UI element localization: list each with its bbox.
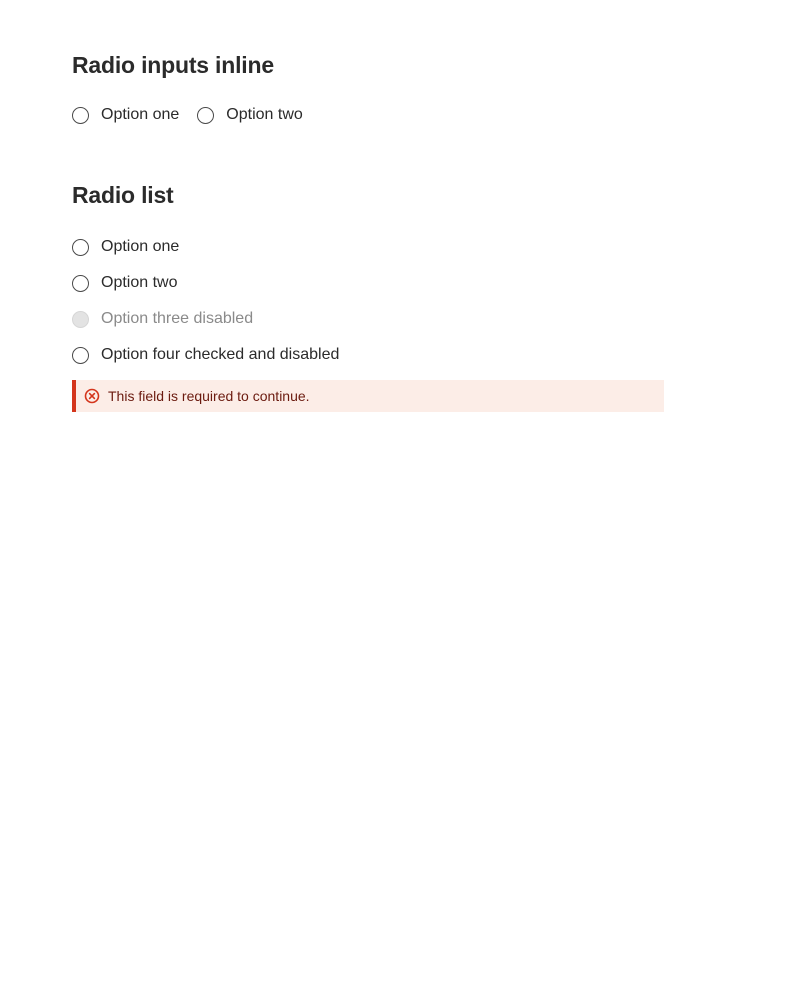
radio-list-group: Option one Option two Option three disab… bbox=[72, 236, 339, 380]
radio-inline-option-two-circle[interactable] bbox=[197, 106, 215, 124]
radio-inline-option-two-label: Option two bbox=[226, 106, 303, 123]
radio-list-option-three-label: Option three disabled bbox=[101, 310, 254, 327]
radio-list-section: Radio list Option one Option two Option … bbox=[72, 180, 339, 380]
error-circle-x-icon bbox=[84, 388, 100, 404]
error-message-banner: This field is required to continue. bbox=[72, 380, 664, 412]
radio-inline-option-one[interactable]: Option one bbox=[72, 104, 179, 126]
radio-list-option-four[interactable]: Option four checked and disabled bbox=[72, 344, 339, 366]
radio-list-option-four-circle[interactable] bbox=[72, 346, 89, 364]
radio-inline-heading: Radio inputs inline bbox=[72, 52, 274, 78]
radio-inline-option-one-circle[interactable] bbox=[72, 106, 89, 124]
radio-inline-group: Option one Option two bbox=[72, 104, 303, 126]
error-message-text: This field is required to continue. bbox=[108, 388, 310, 404]
radio-list-option-one[interactable]: Option one bbox=[72, 236, 339, 258]
radio-list-option-two[interactable]: Option two bbox=[72, 272, 339, 294]
radio-list-option-one-label: Option one bbox=[101, 238, 180, 255]
radio-list-option-three-circle bbox=[72, 310, 89, 328]
radio-inline-option-one-label: Option one bbox=[101, 106, 180, 123]
radio-list-option-one-circle[interactable] bbox=[72, 238, 89, 256]
radio-inline-option-two[interactable]: Option two bbox=[197, 104, 303, 126]
radio-inline-section: Radio inputs inline Option one Option tw… bbox=[72, 50, 303, 126]
radio-list-option-four-label: Option four checked and disabled bbox=[101, 346, 340, 363]
radio-list-option-two-circle[interactable] bbox=[72, 274, 89, 292]
radio-list-heading: Radio list bbox=[72, 182, 174, 208]
radio-list-option-two-label: Option two bbox=[101, 274, 178, 291]
radio-list-option-three-disabled: Option three disabled bbox=[72, 308, 339, 330]
